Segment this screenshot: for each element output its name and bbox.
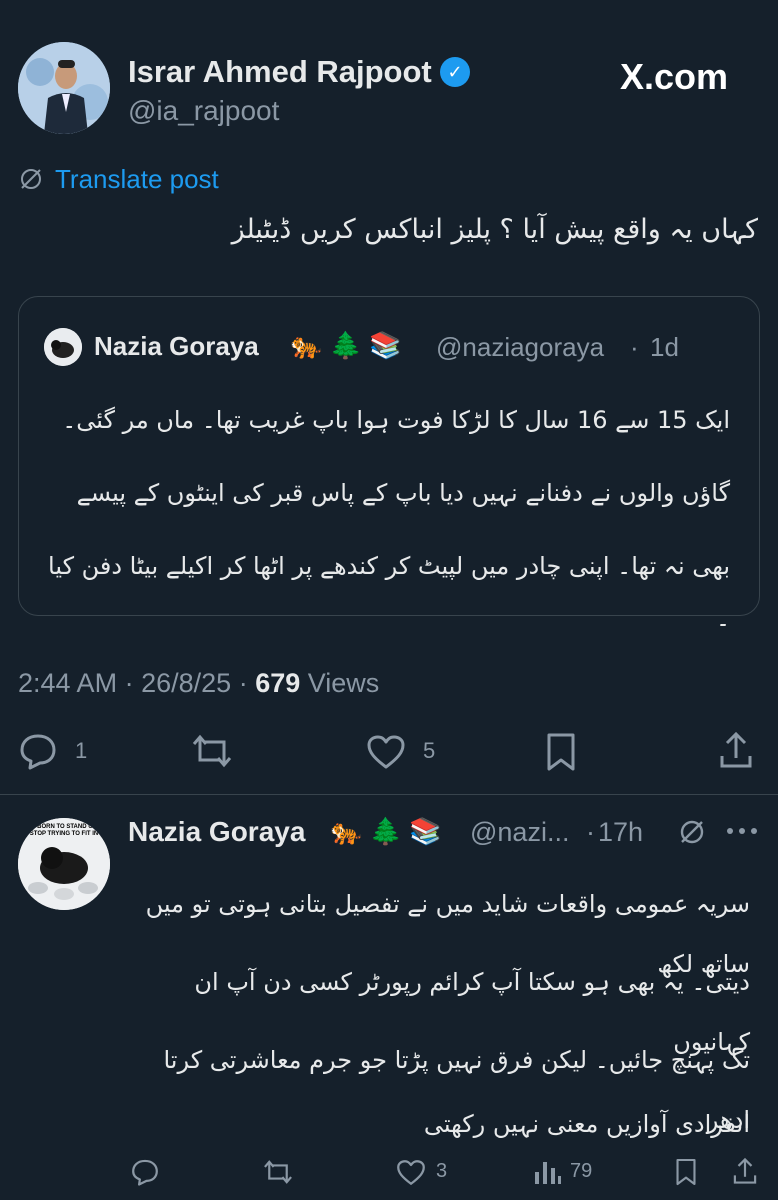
share-icon[interactable] <box>732 1156 758 1186</box>
reply-author-emojis: 🐅 🌲 📚 <box>330 816 442 846</box>
like-count: 5 <box>423 738 436 763</box>
site-label: X.com <box>620 56 729 97</box>
quoted-separator-dot: · <box>630 332 639 362</box>
author-name[interactable]: Israr Ahmed Rajpoot <box>128 54 432 90</box>
reply-author-handle[interactable]: @nazi... <box>470 816 569 848</box>
bookmark-icon[interactable] <box>674 1157 698 1187</box>
post-meta: 2:44 AM · 26/8/25 · 679 Views <box>18 666 379 700</box>
views-count: 679 <box>255 668 301 698</box>
reply-count: 1 <box>75 738 88 763</box>
meta-separator: · <box>124 668 142 698</box>
share-icon[interactable] <box>718 730 754 770</box>
author-avatar[interactable] <box>18 42 110 134</box>
translate-globe-icon[interactable] <box>678 818 706 846</box>
reply-separator-dot: · <box>586 817 595 847</box>
reply-icon[interactable] <box>130 1158 160 1186</box>
quoted-post-line-3: بھی نہ تھا۔ اپنی چادر میں لپیٹ کر کندھے … <box>48 552 730 632</box>
reply-author-avatar[interactable]: BE BORN TO STAND OUT STOP TRYING TO FIT … <box>18 818 110 910</box>
meta-separator: · <box>238 668 256 698</box>
like-icon[interactable] <box>396 1159 426 1186</box>
quoted-post-line-1: ایک 15 سے 16 سال کا لڑکا فوت ہوا باپ غری… <box>62 406 730 434</box>
quoted-author-handle[interactable]: @naziagoraya <box>436 332 604 362</box>
verified-badge-icon: ✓ <box>440 57 470 87</box>
post-date[interactable]: 26/8/25 <box>141 668 231 698</box>
repost-icon[interactable] <box>262 1158 294 1186</box>
post-text: کہاں یہ واقع پیش آیا ؟ پلیز انباکس کریں … <box>231 214 758 245</box>
translate-post-link[interactable]: Translate post <box>55 163 219 195</box>
post-time[interactable]: 2:44 AM <box>18 668 117 698</box>
bookmark-icon[interactable] <box>544 732 578 772</box>
reply-avatar-caption: BE BORN TO STAND OUT STOP TRYING TO FIT … <box>27 824 101 837</box>
like-icon[interactable] <box>366 734 406 770</box>
views-chart-icon[interactable] <box>532 1158 562 1186</box>
quoted-author-avatar[interactable] <box>44 328 82 366</box>
quoted-author-name[interactable]: Nazia Goraya <box>94 331 259 361</box>
reply-post-time[interactable]: 17h <box>598 816 643 848</box>
reply-like-count: 3 <box>436 1160 448 1182</box>
reply-author-name[interactable]: Nazia Goraya <box>128 816 305 848</box>
lion-icon <box>44 328 82 366</box>
views-label: Views <box>307 668 380 698</box>
x-logo: X.com <box>620 56 728 98</box>
repost-icon[interactable] <box>190 732 234 770</box>
author-handle[interactable]: @ia_rajpoot <box>128 94 279 128</box>
more-options-icon[interactable] <box>726 826 758 836</box>
reply-views-count: 79 <box>570 1160 593 1182</box>
reply-icon[interactable] <box>18 732 58 770</box>
person-photo-icon <box>18 42 110 134</box>
section-divider <box>0 794 778 795</box>
quoted-post-line-2: گاؤں والوں نے دفنانے نہیں دیا باپ کے پاس… <box>76 479 730 507</box>
quoted-post-time[interactable]: 1d <box>650 332 679 362</box>
quoted-author-emojis: 🐅 🌲 📚 <box>290 330 402 360</box>
reply-text-line-4: انفرادی آوازیں معنی نہیں رکھتی <box>423 1110 750 1138</box>
translate-globe-icon <box>18 166 44 192</box>
